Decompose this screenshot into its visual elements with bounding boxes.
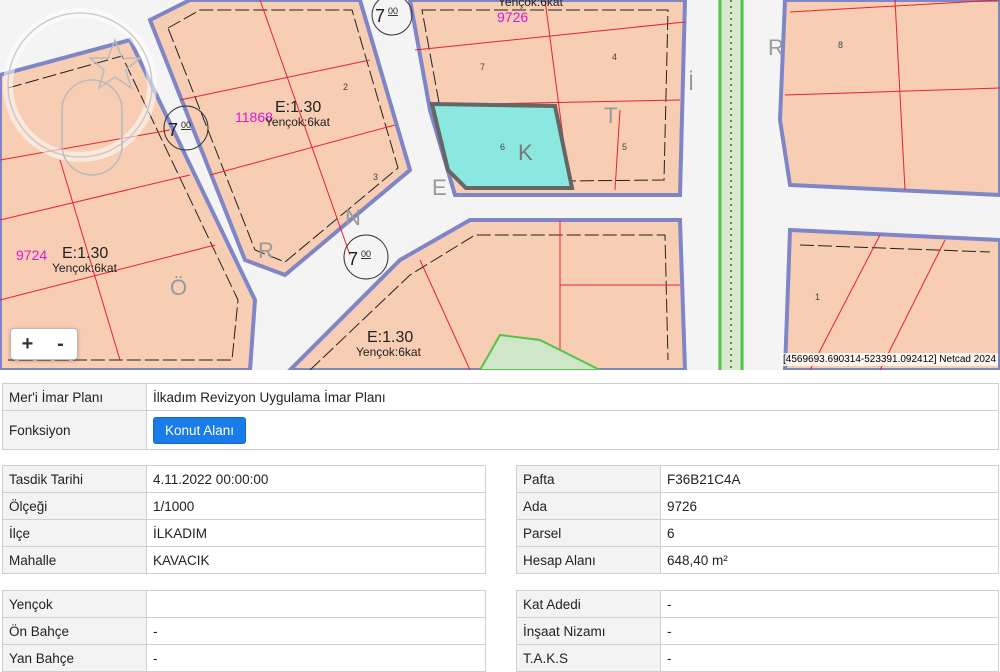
yencok-label: Yençok:6kat (265, 115, 331, 129)
table-row: Hesap Alanı 648,40 m² (516, 546, 999, 574)
parcel-number: 8 (838, 40, 843, 50)
field-value: 1/1000 (146, 492, 486, 520)
ada-top-description: Yençok:6kat (498, 0, 564, 9)
field-value: 6 (660, 519, 999, 547)
function-label: Fonksiyon (2, 410, 147, 450)
zoom-control: + - (10, 328, 78, 360)
details-right-table: Pafta F36B21C4A Ada 9726 Parsel 6 Hesap Alanı 6… (516, 465, 999, 574)
field-label: Tasdik Tarihi (2, 465, 147, 493)
plan-info-table: Mer'i İmar Planı İlkadım Revizyon Uygula… (2, 383, 999, 450)
field-label: Ada (516, 492, 661, 520)
map-canvas[interactable]: 7 00 7 00 7 00 Yençok:6kat 9726 11868 E:… (0, 0, 1000, 370)
emsal-label: E:1.30 (275, 99, 321, 116)
field-value: - (660, 644, 999, 672)
plan-value: İlkadım Revizyon Uygulama İmar Planı (146, 383, 999, 411)
field-value: - (146, 644, 486, 672)
field-value: 9726 (660, 492, 999, 520)
emsal-label: E:1.30 (62, 245, 108, 262)
field-value: KAVACIK (146, 546, 486, 574)
table-row: Parsel 6 (516, 519, 999, 547)
field-label: İnşaat Nizamı (516, 617, 661, 645)
field-value: - (660, 590, 999, 618)
table-row: Tasdik Tarihi 4.11.2022 00:00:00 (2, 465, 486, 493)
parcel-number: 4 (612, 52, 617, 62)
yencok-label: Yençok:6kat (356, 345, 422, 359)
field-label: Mahalle (2, 546, 147, 574)
field-value: - (660, 617, 999, 645)
table-row: Mer'i İmar Planı İlkadım Revizyon Uygula… (2, 383, 999, 411)
road-width-label: 7 (348, 249, 358, 269)
street-letter: R (258, 238, 274, 263)
table-row: T.A.K.S - (516, 644, 999, 672)
parcel-number: 6 (500, 142, 505, 152)
field-label: Pafta (516, 465, 661, 493)
field-label: Ölçeği (2, 492, 147, 520)
street-letter: T (604, 103, 617, 128)
street-letter: Ö (170, 275, 187, 300)
field-value: F36B21C4A (660, 465, 999, 493)
field-label: T.A.K.S (516, 644, 661, 672)
ada-left-number: 9724 (16, 247, 47, 263)
map-view[interactable]: 7 00 7 00 7 00 Yençok:6kat 9726 11868 E:… (0, 0, 1000, 370)
ada-top-number: 9726 (497, 9, 528, 25)
table-row: Fonksiyon Konut Alanı (2, 410, 999, 450)
road-width-sup: 00 (388, 6, 398, 16)
street-letter: E (432, 175, 447, 200)
map-attribution: [4569693.690314-523391.092412] Netcad 20… (781, 353, 998, 366)
field-label: İlçe (2, 519, 147, 547)
street-letter: İ (688, 70, 694, 95)
parcel-number: 2 (343, 82, 348, 92)
details-left-table: Tasdik Tarihi 4.11.2022 00:00:00 Ölçeği 1/1… (2, 465, 486, 574)
table-row: Yençok (2, 590, 486, 618)
table-row: Ölçeği 1/1000 (2, 492, 486, 520)
function-button[interactable]: Konut Alanı (153, 416, 247, 444)
block-right-top (777, 0, 1000, 198)
road-width-label: 7 (168, 120, 178, 140)
function-cell: Konut Alanı (146, 410, 999, 450)
table-row: Kat Adedi - (516, 590, 999, 618)
road-width-sup: 00 (361, 249, 371, 259)
field-label: Hesap Alanı (516, 546, 661, 574)
zoom-in-button[interactable]: + (11, 330, 44, 358)
road-width-sup: 00 (181, 120, 191, 130)
field-value: İLKADIM (146, 519, 486, 547)
block-9726 (407, 0, 688, 197)
build-left-table: Yençok Ön Bahçe - Yan Bahçe - (2, 590, 486, 672)
street-letter: N (345, 205, 361, 230)
field-label: Kat Adedi (516, 590, 661, 618)
field-label: Ön Bahçe (2, 617, 147, 645)
table-row: Mahalle KAVACIK (2, 546, 486, 574)
street-letter: K (518, 140, 533, 165)
field-value: - (146, 617, 486, 645)
table-row: Ön Bahçe - (2, 617, 486, 645)
street-letter: R (768, 35, 784, 60)
table-row: Ada 9726 (516, 492, 999, 520)
field-value: 648,40 m² (660, 546, 999, 574)
table-row: Yan Bahçe - (2, 644, 486, 672)
parcel-number: 5 (622, 142, 627, 152)
field-value (146, 590, 486, 618)
zoom-out-button[interactable]: - (44, 330, 77, 358)
table-row: İlçe İLKADIM (2, 519, 486, 547)
parcel-number: 1 (815, 292, 820, 302)
road-width-label: 7 (375, 6, 385, 26)
yencok-label: Yençok:6kat (52, 261, 118, 275)
field-label: Parsel (516, 519, 661, 547)
field-label: Yençok (2, 590, 147, 618)
field-label: Yan Bahçe (2, 644, 147, 672)
table-row: Pafta F36B21C4A (516, 465, 999, 493)
plan-label: Mer'i İmar Planı (2, 383, 147, 411)
field-value: 4.11.2022 00:00:00 (146, 465, 486, 493)
emsal-label: E:1.30 (367, 329, 413, 346)
table-row: İnşaat Nizamı - (516, 617, 999, 645)
build-right-table: Kat Adedi - İnşaat Nizamı - T.A.K.S - (516, 590, 999, 672)
parcel-number: 3 (373, 172, 378, 182)
parcel-number: 7 (480, 62, 485, 72)
